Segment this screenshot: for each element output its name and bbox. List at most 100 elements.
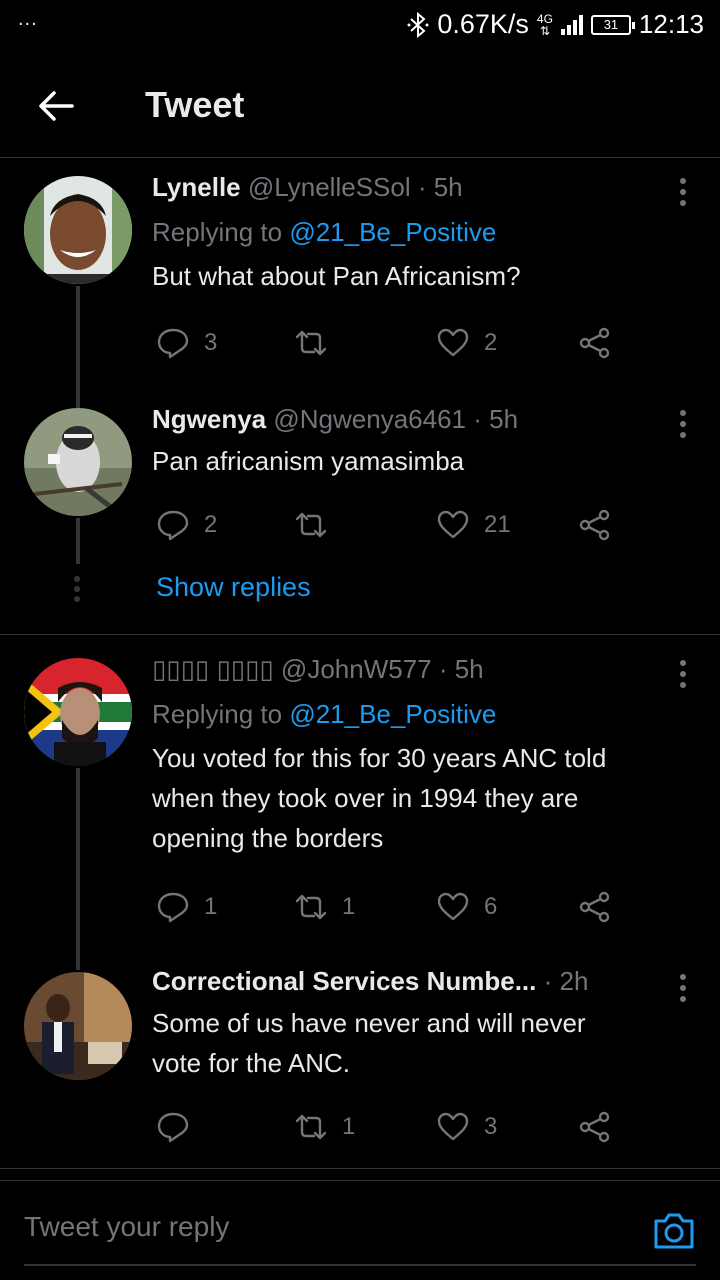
thread-line — [76, 954, 80, 970]
heart-icon — [437, 510, 469, 539]
author-handle: @Ngwenya6461 · 5h — [273, 404, 519, 434]
author-handle: @LynelleSSol · 5h — [247, 172, 463, 202]
reply-icon — [157, 510, 189, 541]
mention-link[interactable]: @21_Be_Positive — [289, 699, 496, 729]
avatar[interactable] — [24, 658, 132, 766]
tweet[interactable]: ▯▯▯▯ ▯▯▯▯ @JohnW577 · 5h Replying to @21… — [0, 654, 720, 954]
thread-line — [76, 380, 80, 408]
more-options-icon[interactable] — [680, 974, 688, 1007]
tweet-text: Pan africanism yamasimba — [152, 446, 465, 476]
tweet-actions: 2 21 — [152, 508, 632, 548]
retweet-icon — [295, 894, 327, 920]
tweet[interactable]: Correctional Services Numbe... · 2h Some… — [0, 954, 720, 1166]
reply-underline — [24, 1264, 696, 1266]
tweet-text: Some of us have never and will never vot… — [152, 1008, 586, 1078]
divider — [0, 634, 720, 635]
tweet-actions: 1 3 — [152, 1110, 632, 1150]
tweet-body: ▯▯▯▯ ▯▯▯▯ @JohnW577 · 5h Replying to @21… — [152, 654, 670, 858]
retweet-button[interactable]: 1 — [294, 890, 355, 924]
like-count: 3 — [484, 1113, 498, 1140]
author-handle: @JohnW577 · 5h — [280, 654, 484, 684]
thread-line — [76, 286, 80, 380]
share-button[interactable] — [578, 1110, 612, 1144]
share-button[interactable] — [578, 508, 612, 542]
tweet-body: Ngwenya @Ngwenya6461 · 5h Pan africanism… — [152, 404, 670, 481]
reply-button[interactable]: 3 — [156, 326, 217, 360]
like-button[interactable]: 6 — [436, 890, 497, 924]
tweet-meta: Lynelle @LynelleSSol · 5h — [152, 172, 670, 203]
author-name[interactable]: Correctional Services Numbe... — [152, 966, 536, 996]
reply-count: 2 — [204, 511, 218, 538]
status-icons: 0.67K/s 4G ⇅ 31 12:13 — [407, 9, 704, 40]
more-options-icon[interactable] — [680, 410, 688, 443]
like-button[interactable]: 3 — [436, 1110, 497, 1144]
reply-bar: Tweet your reply — [0, 1180, 720, 1280]
tweet-text: But what about Pan Africanism? — [152, 261, 521, 291]
retweet-button[interactable] — [294, 508, 342, 542]
network-type: 4G ⇅ — [536, 11, 553, 38]
tweet-text: You voted for this for 30 years ANC told… — [152, 743, 607, 853]
more-options-icon[interactable] — [680, 178, 688, 211]
tweet-actions: 1 1 6 — [152, 890, 632, 930]
net-speed: 0.67K/s — [437, 9, 529, 39]
battery-icon: 31 — [590, 14, 635, 35]
more-options-icon[interactable] — [680, 660, 688, 693]
retweet-button[interactable] — [294, 326, 342, 360]
reply-count: 1 — [204, 893, 218, 920]
like-button[interactable]: 21 — [436, 508, 511, 542]
share-button[interactable] — [578, 326, 612, 360]
avatar[interactable] — [24, 972, 132, 1080]
divider — [0, 1168, 720, 1169]
bluetooth-icon — [407, 11, 429, 38]
replying-to: Replying to @21_Be_Positive — [152, 699, 497, 729]
tweet-meta: Ngwenya @Ngwenya6461 · 5h — [152, 404, 670, 435]
tweet-actions: 3 2 — [152, 326, 632, 366]
retweet-count: 1 — [342, 893, 356, 920]
share-icon — [579, 891, 610, 923]
reply-button[interactable] — [156, 1110, 204, 1144]
avatar[interactable] — [24, 408, 132, 516]
reply-icon — [157, 328, 189, 359]
thread-line — [76, 768, 80, 954]
reply-button[interactable]: 2 — [156, 508, 217, 542]
author-name[interactable]: Ngwenya — [152, 404, 266, 434]
back-arrow-icon[interactable] — [36, 86, 76, 126]
retweet-count: 1 — [342, 1113, 356, 1140]
share-button[interactable] — [578, 890, 612, 924]
tweet-meta: ▯▯▯▯ ▯▯▯▯ @JohnW577 · 5h — [152, 654, 670, 685]
retweet-button[interactable]: 1 — [294, 1110, 355, 1144]
tweet[interactable]: Ngwenya @Ngwenya6461 · 5h Pan africanism… — [0, 380, 720, 564]
like-button[interactable]: 2 — [436, 326, 497, 360]
show-replies-link[interactable]: Show replies — [156, 572, 311, 603]
author-name[interactable]: Lynelle — [152, 172, 241, 202]
avatar[interactable] — [24, 176, 132, 284]
reply-input[interactable]: Tweet your reply — [24, 1211, 229, 1243]
replying-to: Replying to @21_Be_Positive — [152, 217, 497, 247]
signal-icon — [560, 14, 583, 35]
header: Tweet — [0, 58, 720, 158]
tweet-body: Lynelle @LynelleSSol · 5h Replying to @2… — [152, 172, 670, 296]
like-count: 2 — [484, 329, 498, 356]
author-handle: · 2h — [543, 966, 589, 996]
tweet[interactable]: Lynelle @LynelleSSol · 5h Replying to @2… — [0, 170, 720, 380]
clock: 12:13 — [638, 9, 704, 39]
status-bar: ... 0.67K/s 4G ⇅ 31 12:13 — [0, 0, 720, 50]
thread-line — [76, 518, 80, 564]
retweet-icon — [295, 330, 327, 356]
reply-count: 3 — [204, 329, 218, 356]
tweet-body: Correctional Services Numbe... · 2h Some… — [152, 966, 640, 1083]
camera-icon[interactable] — [652, 1211, 696, 1251]
mention-link[interactable]: @21_Be_Positive — [289, 217, 496, 247]
tweet-meta: Correctional Services Numbe... · 2h — [152, 966, 640, 997]
share-icon — [579, 327, 610, 359]
notification-dots: ... — [18, 8, 38, 30]
author-name[interactable]: ▯▯▯▯ ▯▯▯▯ — [152, 654, 274, 684]
reply-button[interactable]: 1 — [156, 890, 217, 924]
thread-ellipsis — [74, 576, 82, 606]
page-title: Tweet — [145, 84, 245, 125]
heart-icon — [437, 1112, 469, 1141]
retweet-icon — [295, 1114, 327, 1140]
heart-icon — [437, 892, 469, 921]
share-icon — [579, 509, 610, 541]
reply-icon — [157, 892, 189, 923]
